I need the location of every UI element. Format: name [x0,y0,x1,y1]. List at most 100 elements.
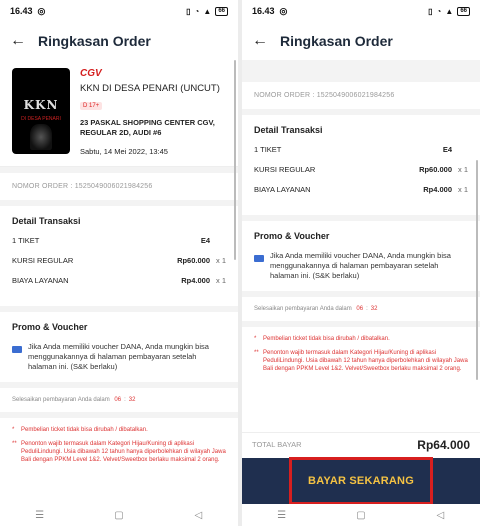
row-label: KURSI REGULAR [254,165,316,174]
back-nav-icon[interactable]: ◁ [188,510,208,521]
transaction-row: KURSI REGULAR Rp60.000 x 1 [12,256,226,265]
timer-label: Selesaikan pembayaran Anda dalam [254,306,352,312]
clock: 16.43 [252,6,275,16]
vibrate-icon: ▯ [186,6,191,16]
voucher-icon [254,255,264,262]
menu-icon[interactable]: ☰ [272,510,292,521]
note-item: ** Penonton wajib termasuk dalam Kategori… [12,440,226,464]
screen-left: 16.43 ◎ ▯ ◔ ▲ 66 ← Ringkasan Order KKN DI DE… [0,0,238,526]
transaction-title: Detail Transaksi [12,216,81,226]
arrow-left-icon[interactable]: ← [252,32,276,50]
promo-section: Promo & Voucher Jika Anda memiliki vouch… [0,312,238,382]
arrow-left-icon[interactable]: ← [10,32,34,50]
battery-icon: 66 [215,6,228,16]
row-label: KURSI REGULAR [12,256,74,265]
row-qty [452,145,468,154]
movie-title: KKN DI DESA PENARI (UNCUT) [80,83,220,94]
row-value: Rp60.000 [177,256,210,265]
scrollbar[interactable] [234,60,236,260]
row-label: BIAYA LAYANAN [12,276,69,285]
row-value: Rp60.000 [419,165,452,174]
row-qty: x 1 [215,276,226,285]
note-marker: * [254,336,257,342]
note-text: Pembelian ticket tidak bisa dirubah / di… [21,427,148,433]
timer-seconds: 32 [370,306,378,312]
pay-now-button[interactable]: BAYAR SEKARANG [289,457,433,505]
note-text: Penonton wajib termasuk dalam Kategori H… [263,350,468,372]
note-marker: * [12,427,15,433]
status-bar: 16.43 ◎ ▯ ◔ ▲ 66 [0,0,238,22]
transaction-row: KURSI REGULAR Rp60.000 x 1 [254,165,468,174]
poster-title: KKN [23,98,59,112]
scrollbar[interactable] [476,160,478,380]
home-icon[interactable]: ▢ [109,510,129,521]
vibrate-icon: ▯ [428,6,433,16]
order-number: NOMOR ORDER : 1525049006021984256 [254,92,395,99]
home-icon[interactable]: ▢ [351,510,371,521]
transaction-detail: Detail Transaksi 1 TIKET E4 KURSI REGULAR… [0,206,238,306]
venue-text: 23 PASKAL SHOPPING CENTER CGV, REGULAR 2… [80,118,215,137]
order-number: NOMOR ORDER : 1525049006021984256 [12,183,153,190]
row-qty: x 1 [215,256,226,265]
total-value: Rp64.000 [417,437,470,452]
note-text: Pembelian ticket tidak bisa dirubah / di… [263,336,390,342]
note-item: ** Penonton wajib termasuk dalam Kategori… [254,349,468,373]
note-marker: ** [12,441,17,447]
app-bar: ← Ringkasan Order [242,22,480,60]
row-label: BIAYA LAYANAN [254,185,311,194]
promo-section: Promo & Voucher Jika Anda memiliki vouch… [242,221,480,291]
transaction-row: 1 TIKET E4 [254,145,468,154]
wifi-icon: ◔ [194,6,200,16]
promo-title: Promo & Voucher [254,231,330,241]
transaction-detail: Detail Transaksi 1 TIKET E4 KURSI REGULAR… [242,115,480,215]
voucher-icon [12,346,22,353]
signal-icon: ▲ [445,6,454,16]
note-item: * Pembelian ticket tidak bisa dirubah / d… [12,426,226,434]
transaction-row: BIAYA LAYANAN Rp4.000 x 1 [254,185,468,194]
promo-text: Jika Anda memiliki voucher DANA, Anda mu… [28,342,209,371]
transaction-row: 1 TIKET E4 [12,236,226,245]
transaction-title: Detail Transaksi [254,125,323,135]
timer-seconds: 32 [128,397,136,403]
timer-minutes: 06 [114,397,122,403]
total-label: TOTAL BAYAR [252,440,302,449]
clock: 16.43 [10,6,33,16]
notes: * Pembelian ticket tidak bisa dirubah / d… [242,327,480,389]
row-label: 1 TIKET [254,145,282,154]
promo-title: Promo & Voucher [12,322,88,332]
app-bar: ← Ringkasan Order [0,22,238,60]
note-marker: ** [254,350,259,356]
menu-icon[interactable]: ☰ [30,510,50,521]
timer-label: Selesaikan pembayaran Anda dalam [12,397,110,403]
total-bar: TOTAL BAYAR Rp64.000 [242,432,480,456]
row-value: E4 [200,236,210,245]
payment-timer: Selesaikan pembayaran Anda dalam 06:32 [0,388,238,412]
status-bar: 16.43 ◎ ▯ ◔ ▲ 66 [242,0,480,22]
nav-bar: ☰ ▢ ◁ [242,504,480,526]
nav-bar: ☰ ▢ ◁ [0,504,238,526]
promo-text: Jika Anda memiliki voucher DANA, Anda mu… [270,251,451,280]
rating-badge: D 17+ [80,102,103,110]
row-label: 1 TIKET [12,236,40,245]
row-value: E4 [442,145,452,154]
row-value: Rp4.000 [181,276,210,285]
row-qty: x 1 [457,165,468,174]
battery-icon: 66 [457,6,470,16]
cinema-logo: CGV [80,68,102,79]
row-value: Rp4.000 [423,185,452,194]
row-qty: x 1 [457,185,468,194]
movie-poster: KKN DI DESA PENARI [12,68,70,154]
section-gap [242,60,480,82]
wifi-icon: ◔ [436,6,442,16]
page-title: Ringkasan Order [280,33,393,49]
movie-card: KKN DI DESA PENARI CGV KKN DI DESA PENAR… [0,60,238,167]
transaction-row: BIAYA LAYANAN Rp4.000 x 1 [12,276,226,285]
instagram-icon: ◎ [37,5,46,16]
payment-timer: Selesaikan pembayaran Anda dalam 06:32 [242,297,480,321]
back-nav-icon[interactable]: ◁ [430,510,450,521]
note-item: * Pembelian ticket tidak bisa dirubah / d… [254,335,468,343]
notes: * Pembelian ticket tidak bisa dirubah / d… [0,418,238,480]
show-date: Sabtu, 14 Mei 2022, 13:45 [80,147,168,156]
screen-right: 16.43 ◎ ▯ ◔ ▲ 66 ← Ringkasan Order NOMOR ORD… [242,0,480,526]
pay-bar: BAYAR SEKARANG [242,457,480,505]
